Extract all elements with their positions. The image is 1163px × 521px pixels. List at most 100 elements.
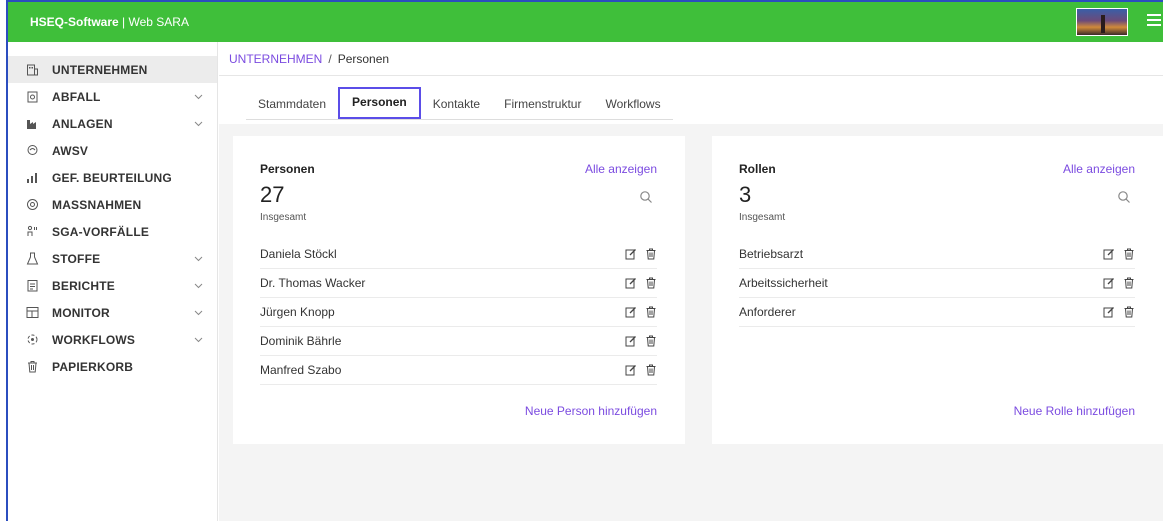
breadcrumb-parent-link[interactable]: UNTERNEHMEN — [229, 52, 322, 66]
sidebar-item-sga-vorfaelle[interactable]: SGA-VORFÄLLE — [8, 218, 217, 245]
trash-icon — [25, 360, 39, 374]
sidebar-item-gef-beurteilung[interactable]: GEF. BEURTEILUNG — [8, 164, 217, 191]
total-label: Insgesamt — [260, 212, 307, 223]
avatar-image — [1101, 15, 1105, 33]
edit-icon[interactable] — [625, 277, 637, 289]
chevron-down-icon — [194, 254, 203, 264]
person-name: Dominik Bährle — [260, 334, 342, 348]
row-actions — [625, 248, 657, 260]
list-item[interactable]: Jürgen Knopp — [260, 298, 657, 327]
sidebar-item-label: BERICHTE — [52, 278, 115, 293]
list-item[interactable]: Daniela Stöckl — [260, 240, 657, 269]
row-actions — [625, 364, 657, 376]
sidebar-item-label: MONITOR — [52, 305, 110, 320]
person-name: Dr. Thomas Wacker — [260, 276, 366, 290]
delete-icon[interactable] — [645, 364, 657, 376]
sidebar-item-abfall[interactable]: ABFALL — [8, 83, 217, 110]
edit-icon[interactable] — [1103, 306, 1115, 318]
list-item[interactable]: Manfred Szabo — [260, 356, 657, 385]
list-item[interactable]: Anforderer — [739, 298, 1135, 327]
search-icon[interactable] — [639, 190, 653, 204]
sidebar-item-anlagen[interactable]: ANLAGEN — [8, 110, 217, 137]
brand: HSEQ-Software | Web SARA — [8, 15, 189, 29]
sidebar-item-label: SGA-VORFÄLLE — [52, 224, 150, 239]
list-item[interactable]: Betriebsarzt — [739, 240, 1135, 269]
delete-icon[interactable] — [645, 335, 657, 347]
search-icon[interactable] — [1117, 190, 1131, 204]
user-avatar[interactable] — [1076, 8, 1128, 36]
sidebar-item-label: ANLAGEN — [52, 116, 113, 131]
tab-kontakte[interactable]: Kontakte — [421, 89, 492, 120]
delete-icon[interactable] — [1123, 277, 1135, 289]
chevron-down-icon — [194, 92, 203, 102]
delete-icon[interactable] — [645, 306, 657, 318]
waste-icon — [25, 90, 39, 104]
row-actions — [625, 277, 657, 289]
sidebar-item-label: STOFFE — [52, 251, 101, 266]
row-actions — [1103, 277, 1135, 289]
edit-icon[interactable] — [1103, 248, 1115, 260]
add-person-link[interactable]: Neue Person hinzufügen — [525, 404, 657, 418]
flask-icon — [25, 252, 39, 266]
tab-workflows[interactable]: Workflows — [593, 89, 672, 120]
incident-icon — [25, 225, 39, 239]
delete-icon[interactable] — [645, 277, 657, 289]
sidebar-item-stoffe[interactable]: STOFFE — [8, 245, 217, 272]
water-icon — [25, 144, 39, 158]
row-actions — [1103, 306, 1135, 318]
delete-icon[interactable] — [645, 248, 657, 260]
report-icon — [25, 279, 39, 293]
add-role-link[interactable]: Neue Rolle hinzufügen — [1014, 404, 1135, 418]
measures-icon — [25, 198, 39, 212]
chevron-down-icon — [194, 308, 203, 318]
sidebar-item-label: GEF. BEURTEILUNG — [52, 170, 172, 185]
card-title: Rollen — [739, 162, 776, 176]
list-item[interactable]: Dr. Thomas Wacker — [260, 269, 657, 298]
chevron-down-icon — [194, 119, 203, 129]
sidebar: UNTERNEHMEN ABFALL ANLAGEN AWSV GEF. BEU… — [8, 42, 218, 521]
row-actions — [625, 335, 657, 347]
factory-icon — [25, 117, 39, 131]
tab-stammdaten[interactable]: Stammdaten — [246, 89, 338, 120]
person-name: Manfred Szabo — [260, 363, 342, 377]
sidebar-item-workflows[interactable]: WORKFLOWS — [8, 326, 217, 353]
main-content: UNTERNEHMEN / Personen Stammdaten Person… — [219, 42, 1163, 521]
delete-icon[interactable] — [1123, 248, 1135, 260]
edit-icon[interactable] — [625, 306, 637, 318]
hazard-icon — [25, 171, 39, 185]
menu-icon[interactable] — [1147, 14, 1161, 28]
sidebar-item-label: WORKFLOWS — [52, 332, 136, 347]
show-all-link[interactable]: Alle anzeigen — [1063, 162, 1135, 176]
sidebar-item-berichte[interactable]: BERICHTE — [8, 272, 217, 299]
tab-firmenstruktur[interactable]: Firmenstruktur — [492, 89, 593, 120]
sidebar-item-label: MASSNAHMEN — [52, 197, 142, 212]
list-item[interactable]: Dominik Bährle — [260, 327, 657, 356]
total-count: 3 — [739, 182, 752, 207]
monitor-icon — [25, 306, 39, 320]
show-all-link[interactable]: Alle anzeigen — [585, 162, 657, 176]
sidebar-item-awsv[interactable]: AWSV — [8, 137, 217, 164]
workflow-icon — [25, 333, 39, 347]
personen-list: Daniela Stöckl Dr. Thomas Wacker Jürgen … — [260, 240, 657, 385]
total-count: 27 — [260, 182, 285, 207]
delete-icon[interactable] — [1123, 306, 1135, 318]
tab-personen[interactable]: Personen — [338, 87, 421, 119]
list-item[interactable]: Arbeitssicherheit — [739, 269, 1135, 298]
role-name: Arbeitssicherheit — [739, 276, 828, 290]
top-bar: HSEQ-Software | Web SARA — [8, 2, 1163, 42]
edit-icon[interactable] — [625, 335, 637, 347]
sidebar-item-unternehmen[interactable]: UNTERNEHMEN — [8, 56, 217, 83]
breadcrumb-separator: / — [328, 51, 332, 66]
card-title: Personen — [260, 162, 315, 176]
sidebar-item-monitor[interactable]: MONITOR — [8, 299, 217, 326]
personen-card: Personen Alle anzeigen 27 Insgesamt Dani… — [233, 136, 685, 444]
sidebar-item-papierkorb[interactable]: PAPIERKORB — [8, 353, 217, 380]
sidebar-item-label: AWSV — [52, 143, 89, 158]
edit-icon[interactable] — [625, 364, 637, 376]
edit-icon[interactable] — [1103, 277, 1115, 289]
breadcrumb: UNTERNEHMEN / Personen — [219, 42, 1163, 76]
sidebar-item-massnahmen[interactable]: MASSNAHMEN — [8, 191, 217, 218]
edit-icon[interactable] — [625, 248, 637, 260]
brand-product: Web SARA — [128, 15, 189, 29]
brand-name: HSEQ-Software — [30, 15, 119, 29]
